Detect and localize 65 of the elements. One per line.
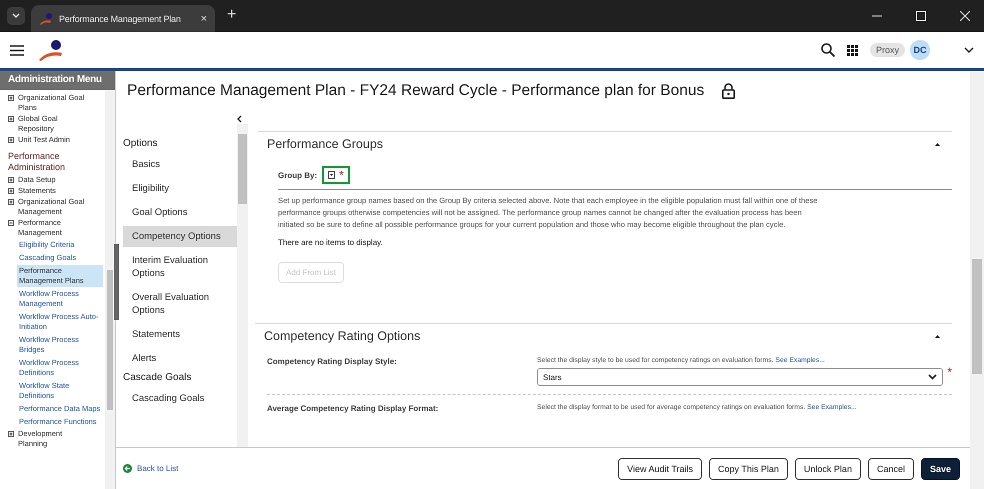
arrow-left-circle-icon: [123, 464, 132, 473]
field-label: Group By:: [278, 170, 318, 180]
expand-icon[interactable]: [8, 431, 14, 437]
footer-button[interactable]: Cancel: [868, 458, 914, 480]
user-avatar[interactable]: DC: [910, 40, 930, 60]
scrollbar[interactable]: [970, 71, 984, 489]
caret-up-icon[interactable]: [935, 142, 940, 146]
nav-item[interactable]: Statements: [123, 324, 237, 345]
logo-icon: [39, 12, 53, 24]
tab-title: Performance Management Plan: [59, 14, 182, 24]
browser-tab[interactable]: Performance Management Plan ×: [31, 5, 215, 32]
chevron-down-icon[interactable]: [964, 47, 974, 53]
menu-title: Administration Menu: [0, 71, 115, 90]
menu-heading: Performance Administration: [8, 151, 66, 173]
page-title: Performance Management Plan - FY24 Reward Cycle - Performance plan for Bonus: [127, 82, 704, 100]
footer-button[interactable]: Unlock Plan: [794, 458, 861, 480]
chevron-down-icon: [928, 374, 938, 380]
required-marker: *: [339, 171, 344, 179]
section-title: Competency Rating Options: [264, 329, 420, 343]
nav-item[interactable]: Alerts: [123, 348, 237, 369]
footer-button[interactable]: Save: [920, 458, 960, 480]
field-label: Competency Rating Display Style:: [267, 357, 398, 368]
expand-icon[interactable]: [8, 177, 14, 183]
chevron-down-icon: [12, 13, 20, 19]
nav-item[interactable]: Eligibility: [123, 178, 237, 199]
collapse-icon[interactable]: [8, 220, 14, 226]
nav-heading: Options: [123, 138, 158, 149]
footer-button[interactable]: View Audit Trails: [618, 458, 702, 480]
menu-icon[interactable]: [10, 44, 24, 56]
back-to-list-link[interactable]: Back to List: [123, 464, 178, 473]
nav-item[interactable]: Competency Options: [123, 226, 237, 247]
nav-heading: Cascade Goals: [123, 372, 192, 383]
search-icon[interactable]: [820, 43, 835, 57]
expand-icon[interactable]: [8, 137, 14, 143]
chevron-left-icon[interactable]: [237, 115, 242, 123]
nav-item[interactable]: Overall Evaluation Options: [123, 287, 237, 321]
scrollbar[interactable]: [237, 124, 248, 447]
maximize-icon[interactable]: [916, 11, 926, 21]
expand-icon[interactable]: [8, 188, 14, 194]
group-by-dropdown[interactable]: *: [322, 166, 350, 184]
collapse-handle[interactable]: [114, 244, 119, 320]
field-label: Average Competency Rating Display Format:: [267, 404, 440, 413]
section-title: Performance Groups: [267, 137, 384, 151]
apps-grid-icon[interactable]: [846, 44, 858, 56]
nav-item[interactable]: Interim Evaluation Options: [123, 250, 237, 284]
nav-item[interactable]: Goal Options: [123, 202, 237, 223]
scrollbar[interactable]: [105, 90, 115, 489]
expand-icon[interactable]: [8, 95, 14, 101]
footer-button[interactable]: Copy This Plan: [709, 458, 788, 480]
proxy-button[interactable]: Proxy: [870, 43, 905, 57]
empty-message: There are no items to display.: [278, 238, 384, 247]
logo-icon[interactable]: [38, 39, 64, 61]
nav-item[interactable]: Cascading Goals: [123, 388, 237, 409]
dropdown-icon: [328, 171, 336, 179]
new-tab-button[interactable]: +: [227, 6, 236, 24]
close-icon[interactable]: [960, 11, 970, 21]
tab-close-button[interactable]: ×: [200, 12, 207, 24]
display-style-dropdown[interactable]: Stars: [537, 368, 944, 386]
required-marker: *: [947, 368, 952, 376]
tab-list-button[interactable]: [7, 7, 25, 25]
lock-icon: [722, 83, 736, 99]
expand-icon[interactable]: [8, 199, 14, 205]
caret-up-icon[interactable]: [935, 334, 940, 338]
nav-item[interactable]: Basics: [123, 154, 237, 175]
expand-icon[interactable]: [8, 116, 14, 122]
